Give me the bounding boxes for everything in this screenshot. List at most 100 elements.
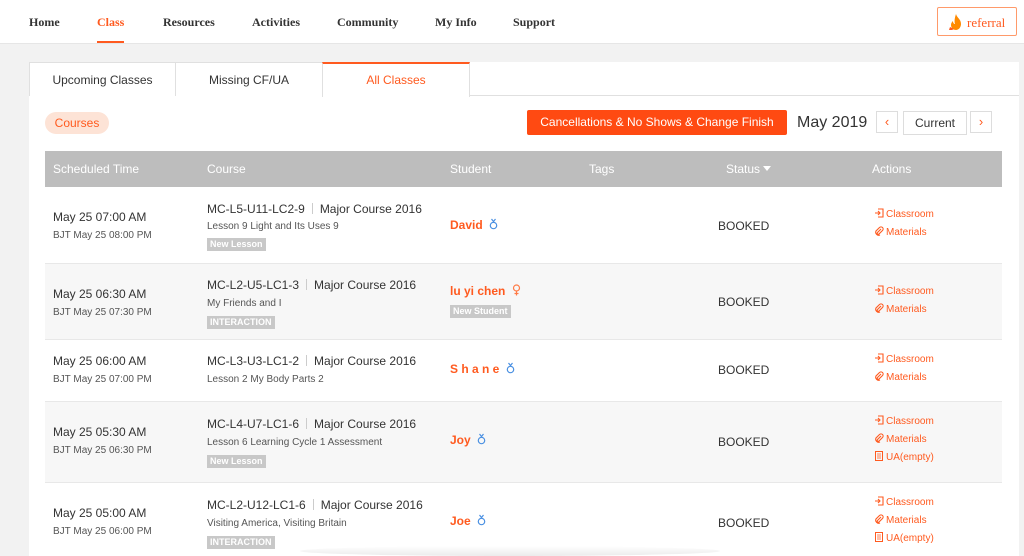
student-cell: Joe: [450, 514, 486, 528]
table-row: May 25 06:00 AM BJT May 25 07:00 PM MC-L…: [45, 340, 1002, 402]
tab-all-classes[interactable]: All Classes: [322, 62, 470, 97]
lesson-badge: New Lesson: [207, 455, 266, 468]
table-header: Scheduled Time Course Student Tags Statu…: [45, 151, 1002, 187]
document-icon: [875, 532, 883, 542]
course-description: Lesson 9 Light and Its Uses 9: [207, 221, 339, 232]
header-student: Student: [450, 162, 492, 176]
current-month-button[interactable]: Current: [903, 111, 967, 135]
classroom-link[interactable]: Classroom: [874, 285, 934, 297]
status-value: BOOKED: [718, 516, 770, 530]
chevron-left-icon: ‹: [884, 114, 890, 129]
lesson-badge: INTERACTION: [207, 536, 275, 549]
student-cell: S h a n e: [450, 362, 515, 376]
enter-icon: [875, 415, 884, 425]
time-local: May 25 05:30 AM: [53, 425, 147, 439]
actions-cell: Classroom Materials UA(empty): [874, 496, 934, 544]
document-icon: [875, 451, 883, 461]
female-icon: [512, 284, 520, 296]
student-name[interactable]: lu yi chen: [450, 284, 505, 298]
course-description: My Friends and I: [207, 298, 282, 309]
classroom-link[interactable]: Classroom: [874, 415, 934, 427]
student-name[interactable]: S h a n e: [450, 362, 499, 376]
course-cell: MC-L2-U5-LC1-3 Major Course 2016 My Frien…: [207, 278, 416, 329]
paperclip-icon: [875, 514, 884, 524]
scheduled-time: May 25 06:00 AM BJT May 25 07:00 PM: [53, 354, 152, 385]
course-description: Visiting America, Visiting Britain: [207, 518, 347, 529]
header-status[interactable]: Status: [726, 162, 772, 176]
flame-icon: [949, 14, 961, 30]
prev-month-button[interactable]: ‹: [876, 111, 898, 133]
materials-link[interactable]: Materials: [874, 303, 934, 315]
referral-label: referral: [967, 15, 1006, 30]
male-icon: [506, 362, 515, 374]
classroom-link[interactable]: Classroom: [874, 353, 934, 365]
nav-resources[interactable]: Resources: [163, 15, 215, 30]
enter-icon: [875, 496, 884, 506]
table-row: May 25 07:00 AM BJT May 25 08:00 PM MC-L…: [45, 187, 1002, 264]
top-navigation: Home Class Resources Activities Communit…: [0, 0, 1024, 44]
nav-active-indicator: [97, 41, 124, 43]
month-label: May 2019: [797, 114, 868, 131]
next-month-button[interactable]: ›: [970, 111, 992, 133]
paperclip-icon: [875, 433, 884, 443]
referral-button[interactable]: referral: [937, 7, 1017, 36]
time-bjt: BJT May 25 07:00 PM: [53, 374, 152, 385]
caret-down-icon: [763, 166, 772, 171]
status-value: BOOKED: [718, 219, 770, 233]
scheduled-time: May 25 05:30 AM BJT May 25 06:30 PM: [53, 425, 152, 456]
lesson-badge: INTERACTION: [207, 316, 275, 329]
course-name: Major Course 2016: [314, 278, 417, 292]
scheduled-time: May 25 07:00 AM BJT May 25 08:00 PM: [53, 210, 152, 241]
course-cell: MC-L5-U11-LC2-9 Major Course 2016 Lesson …: [207, 202, 422, 251]
materials-link[interactable]: Materials: [874, 433, 934, 445]
student-name[interactable]: Joy: [450, 433, 471, 447]
tab-upcoming-classes[interactable]: Upcoming Classes: [29, 62, 176, 96]
student-cell: Joy: [450, 433, 486, 447]
time-local: May 25 06:30 AM: [53, 287, 147, 301]
status-value: BOOKED: [718, 435, 770, 449]
status-value: BOOKED: [718, 363, 770, 377]
course-code: MC-L3-U3-LC1-2: [207, 354, 300, 368]
time-local: May 25 07:00 AM: [53, 210, 147, 224]
course-name: Major Course 2016: [320, 498, 423, 512]
student-cell: lu yi chen New Student: [450, 284, 521, 318]
paperclip-icon: [875, 226, 884, 236]
nav-community[interactable]: Community: [337, 15, 398, 30]
ua-link[interactable]: UA(empty): [874, 532, 934, 544]
actions-cell: Classroom Materials: [874, 353, 934, 383]
course-cell: MC-L2-U12-LC1-6 Major Course 2016 Visitin…: [207, 498, 423, 549]
tab-missing-cf-ua[interactable]: Missing CF/UA: [175, 62, 323, 96]
time-local: May 25 06:00 AM: [53, 354, 147, 368]
student-cell: David: [450, 218, 498, 232]
scheduled-time: May 25 05:00 AM BJT May 25 06:00 PM: [53, 506, 152, 537]
male-icon: [489, 218, 498, 230]
nav-activities[interactable]: Activities: [252, 15, 300, 30]
chevron-right-icon: ›: [978, 114, 984, 129]
materials-link[interactable]: Materials: [874, 371, 934, 383]
materials-link[interactable]: Materials: [874, 514, 934, 526]
table-row: May 25 05:30 AM BJT May 25 06:30 PM MC-L…: [45, 402, 1002, 483]
actions-cell: Classroom Materials: [874, 208, 934, 238]
nav-class[interactable]: Class: [97, 15, 124, 30]
classroom-link[interactable]: Classroom: [874, 496, 934, 508]
bottom-shadow: [300, 546, 720, 556]
enter-icon: [875, 208, 884, 218]
nav-my-info[interactable]: My Info: [435, 15, 477, 30]
paperclip-icon: [875, 371, 884, 381]
course-code: MC-L4-U7-LC1-6: [207, 417, 300, 431]
cancellations-button[interactable]: Cancellations & No Shows & Change Finish…: [527, 110, 787, 154]
courses-filter[interactable]: Courses: [45, 112, 109, 134]
header-actions: Actions: [872, 162, 912, 176]
male-icon: [477, 433, 486, 445]
student-name[interactable]: David: [450, 218, 483, 232]
course-name: Major Course 2016: [314, 417, 417, 431]
student-name[interactable]: Joe: [450, 514, 471, 528]
header-status-label: Status: [726, 162, 761, 176]
header-tags: Tags: [589, 162, 615, 176]
ua-link[interactable]: UA(empty): [874, 451, 934, 463]
nav-home[interactable]: Home: [29, 15, 60, 30]
materials-link[interactable]: Materials: [874, 226, 934, 238]
nav-support[interactable]: Support: [513, 15, 555, 30]
classroom-link[interactable]: Classroom: [874, 208, 934, 220]
course-code: MC-L2-U12-LC1-6: [207, 498, 306, 512]
